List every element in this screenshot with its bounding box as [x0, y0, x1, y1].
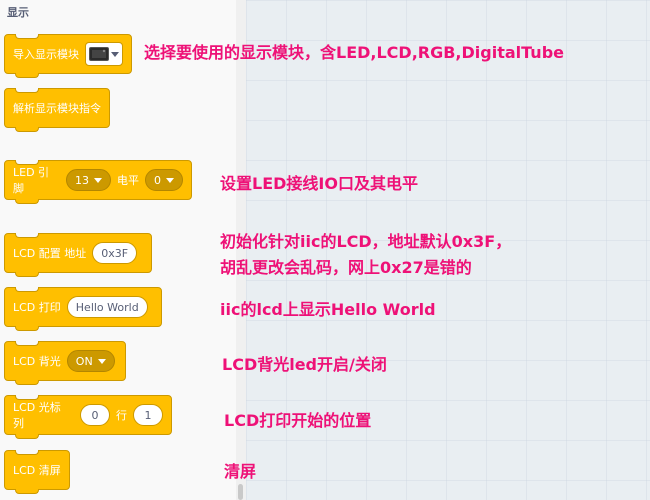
block-label: LCD 打印: [13, 301, 61, 314]
block-label: LCD 配置 地址: [13, 247, 87, 260]
led-pin-block[interactable]: LED 引脚 13 电平 0: [4, 160, 192, 204]
chevron-down-icon: [97, 358, 106, 364]
lcd-cursor-block[interactable]: LCD 光标 列 0 行 1: [4, 395, 172, 439]
backlight-dropdown[interactable]: ON: [66, 350, 115, 372]
pin-value: 13: [75, 173, 90, 187]
lcd-print-block[interactable]: LCD 打印 Hello World: [4, 287, 162, 331]
cursor-column-input[interactable]: 0: [80, 404, 110, 426]
chevron-down-icon: [94, 177, 103, 183]
annotation-lcd-clear: 清屏: [224, 462, 257, 481]
chevron-down-icon: [111, 51, 119, 57]
block-label: 导入显示模块: [13, 48, 79, 61]
annotation-lcd-config-line2: 胡乱更改会乱码，网上0x27是错的: [220, 258, 472, 277]
import-display-module-block[interactable]: 导入显示模块: [4, 34, 132, 78]
chevron-down-icon: [166, 177, 174, 183]
lcd-config-block[interactable]: LCD 配置 地址 0x3F: [4, 233, 152, 277]
annotation-import-module: 选择要使用的显示模块，含LED,LCD,RGB,DigitalTube: [144, 43, 564, 62]
lcd-address-input[interactable]: 0x3F: [92, 242, 138, 264]
block-label: LCD 光标 列: [13, 401, 61, 430]
level-value: 0: [154, 173, 161, 187]
scrollbar-thumb[interactable]: [238, 484, 243, 500]
block-label: LCD 背光: [13, 355, 61, 368]
parse-display-commands-block[interactable]: 解析显示模块指令: [4, 88, 110, 132]
block-palette: 显示 导入显示模块 解析显示模块指令 LED 引脚 13 电平 0 LCD 配置…: [0, 0, 236, 500]
cursor-row-input[interactable]: 1: [133, 404, 163, 426]
block-label: LCD 清屏: [13, 464, 61, 477]
annotation-lcd-config-line1: 初始化针对iic的LCD，地址默认0x3F，: [220, 232, 512, 251]
pin-dropdown[interactable]: 13: [66, 169, 112, 191]
annotation-lcd-print: iic的lcd上显示Hello World: [220, 300, 436, 319]
level-dropdown[interactable]: 0: [145, 169, 183, 191]
display-module-dropdown[interactable]: [85, 42, 123, 66]
block-label: LED 引脚: [13, 166, 50, 195]
category-label-display: 显示: [7, 6, 29, 19]
display-module-icon: [89, 47, 109, 61]
annotation-lcd-backlight: LCD背光led开启/关闭: [222, 355, 387, 374]
block-label: 电平: [117, 174, 140, 187]
lcd-backlight-block[interactable]: LCD 背光 ON: [4, 341, 126, 385]
block-label: 解析显示模块指令: [13, 102, 101, 115]
annotation-led-pin: 设置LED接线IO口及其电平: [220, 174, 418, 193]
lcd-text-input[interactable]: Hello World: [66, 296, 148, 318]
lcd-clear-block[interactable]: LCD 清屏: [4, 450, 70, 494]
annotation-lcd-cursor: LCD打印开始的位置: [224, 411, 372, 430]
block-label: 行: [116, 409, 127, 422]
backlight-value: ON: [75, 354, 93, 368]
